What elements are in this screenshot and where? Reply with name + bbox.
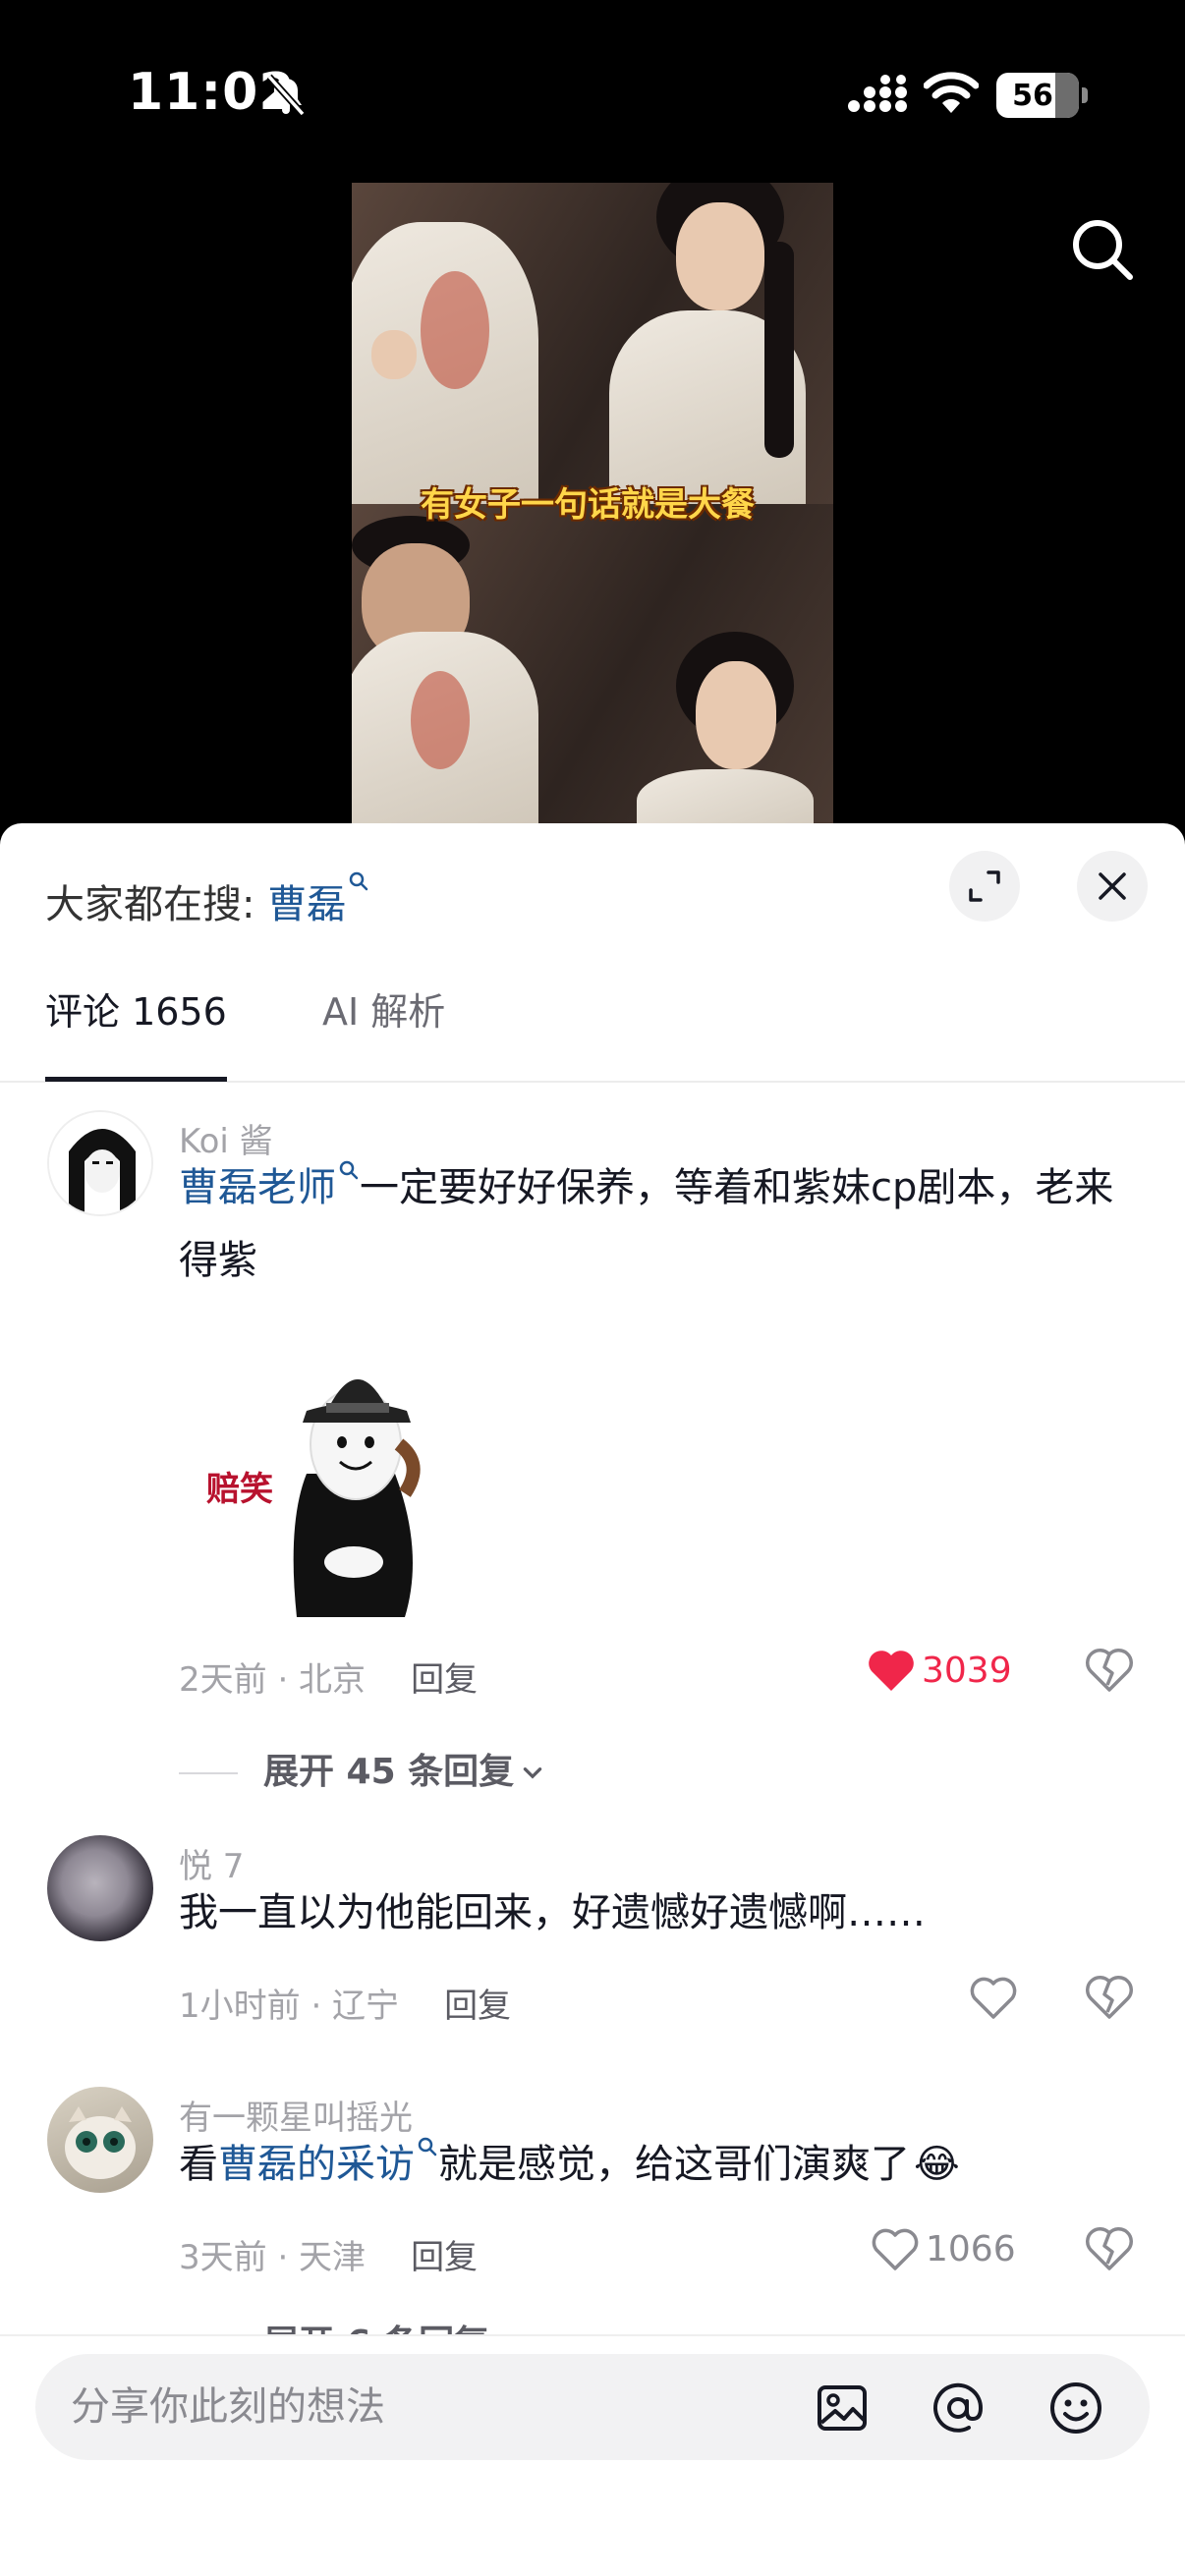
heart-icon	[970, 1977, 1017, 2019]
comment-text: 看曹磊的采访 就是感觉，给这哥们演爽了 😂	[179, 2128, 1122, 2201]
broken-heart-icon[interactable]	[1085, 2224, 1134, 2271]
comment-input[interactable]	[71, 2378, 798, 2436]
avatar-image	[65, 2106, 136, 2179]
battery-icon: 56	[996, 73, 1088, 118]
hot-search-keyword[interactable]: 曹磊	[267, 882, 346, 927]
avatar-image	[49, 1112, 151, 1214]
search-icon	[418, 2137, 437, 2156]
video-frame-top	[352, 183, 833, 517]
comment-body: 我一直以为他能回来，好遗憾好遗憾啊……	[179, 1890, 926, 1935]
comment-body: 就是感觉，给这哥们演爽了	[438, 2142, 910, 2187]
search-icon	[339, 1160, 359, 1180]
comment-input-bar	[0, 2334, 1185, 2576]
video-subtitle: 有女子一句话就是大餐	[421, 485, 755, 525]
hot-search-prefix: 大家都在搜:	[45, 882, 268, 927]
tab-bar: 评论 1656 AI 解析	[0, 988, 1185, 1083]
comment-body-prefix: 看	[179, 2142, 218, 2187]
status-bar: 11:02 56	[0, 0, 1185, 187]
comment-meta: 1小时前 · 辽宁 回复	[179, 1979, 511, 2027]
tab-comments[interactable]: 评论 1656	[45, 988, 227, 1082]
video-player[interactable]: 有女子一句话就是大餐	[352, 183, 833, 825]
comment-sticker[interactable]: 赔笑	[179, 1326, 472, 1617]
expand-replies-label: 展开 45 条回复	[263, 1752, 515, 1792]
broken-heart-icon[interactable]	[1085, 1973, 1134, 2020]
video-frame-bottom	[352, 504, 833, 825]
emoji-icon[interactable]	[1047, 2380, 1104, 2436]
comment-input-container[interactable]	[35, 2354, 1150, 2460]
battery-level: 56	[1012, 79, 1053, 113]
bell-slash-icon	[266, 74, 306, 117]
close-button[interactable]	[1077, 851, 1148, 922]
like-count: 3039	[922, 1650, 1012, 1691]
image-icon[interactable]	[814, 2380, 871, 2436]
comment-time-location: 2天前 · 北京	[179, 1660, 367, 1700]
comment-text: 我一直以为他能回来，好遗憾好遗憾啊……	[179, 1876, 1122, 1949]
expand-icon	[969, 870, 1000, 902]
reply-button[interactable]: 回复	[411, 1660, 478, 1700]
comment-meta: 2天前 · 北京 回复	[179, 1652, 478, 1701]
chevron-down-icon	[523, 1767, 542, 1779]
comment-meta: 3天前 · 天津 回复	[179, 2230, 478, 2278]
expand-replies-button[interactable]: 展开 45 条回复	[179, 1743, 545, 1794]
comment-time-location: 1小时前 · 辽宁	[179, 1987, 400, 2026]
broken-heart-icon[interactable]	[1085, 1646, 1134, 1693]
heart-icon	[872, 2228, 919, 2270]
laughing-emoji-icon: 😂	[914, 2142, 960, 2187]
like-count: 1066	[926, 2228, 1016, 2269]
at-icon[interactable]	[930, 2380, 987, 2436]
reply-button[interactable]: 回复	[411, 2238, 478, 2277]
comment-keyword-link[interactable]: 曹磊老师	[179, 1165, 336, 1210]
like-button[interactable]: 3039	[867, 1646, 1012, 1695]
avatar[interactable]	[47, 1835, 153, 1941]
wifi-icon	[924, 72, 979, 113]
search-icon	[349, 871, 368, 891]
like-button[interactable]	[969, 1973, 1024, 2022]
signal-icon	[848, 75, 907, 112]
sticker-caption: 赔笑	[206, 1470, 273, 1509]
like-button[interactable]: 1066	[871, 2224, 1016, 2273]
reply-button[interactable]: 回复	[444, 1987, 511, 2026]
comment-sheet: 大家都在搜: 曹磊 评论 1656 AI 解析 Koi 酱 曹磊老师 一定要好好保…	[0, 823, 1185, 2576]
heart-icon	[869, 1651, 914, 1691]
avatar[interactable]	[47, 2087, 153, 2193]
tab-ai-analysis[interactable]: AI 解析	[322, 988, 445, 1036]
close-icon	[1099, 872, 1126, 900]
search-icon[interactable]	[1067, 214, 1138, 285]
comment-text: 曹磊老师 一定要好好保养，等着和紫妹cp剧本，老来得紫	[179, 1151, 1122, 1297]
expand-button[interactable]	[949, 851, 1020, 922]
hot-search-bar[interactable]: 大家都在搜: 曹磊	[45, 871, 369, 929]
comment-time-location: 3天前 · 天津	[179, 2238, 367, 2277]
avatar[interactable]	[47, 1110, 153, 1216]
divider-line	[179, 1772, 238, 1774]
comment-keyword-link[interactable]: 曹磊的采访	[218, 2142, 415, 2187]
